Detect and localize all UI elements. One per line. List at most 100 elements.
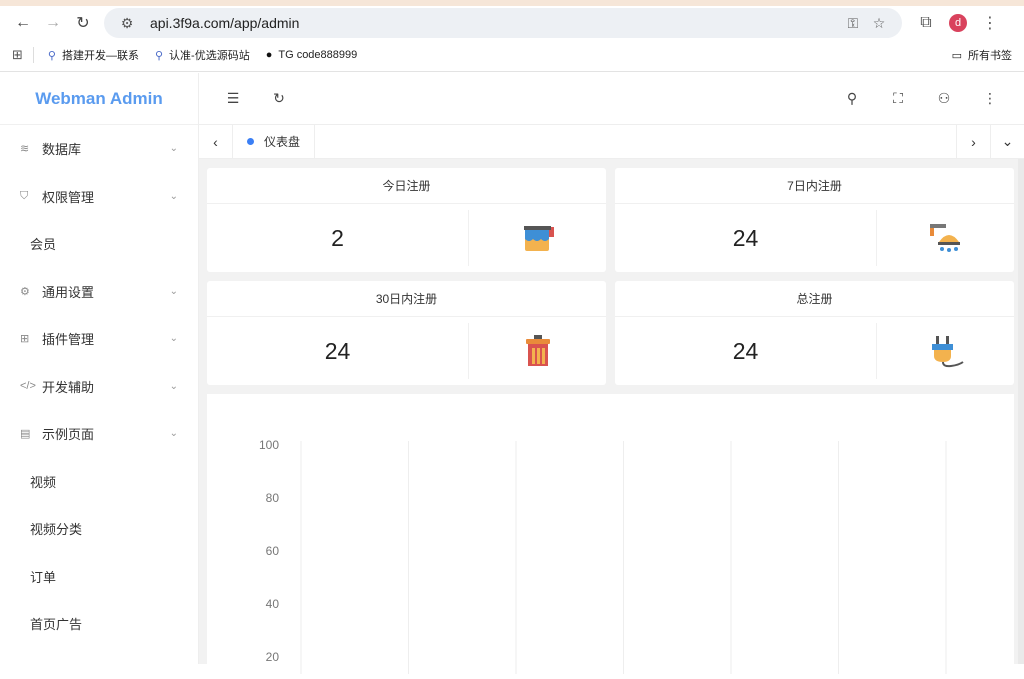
menu-item-home-ads[interactable]: 首页广告: [0, 600, 198, 648]
chevron-down-icon: ⌄: [169, 380, 178, 392]
bookmark-label: TG code888999: [278, 49, 358, 61]
menu-label: 首页广告: [30, 617, 83, 633]
bookmark-item[interactable]: ⚲ 认准-优选源码站: [155, 47, 250, 63]
tabs-dropdown-icon[interactable]: ⌄: [990, 124, 1024, 159]
shield-icon: ⛉: [20, 189, 29, 202]
bookmarks-divider: [32, 47, 34, 63]
y-tick-label: 20: [266, 650, 280, 664]
menu-item-members[interactable]: 会员: [0, 220, 198, 268]
chart-svg: 100 80 60 40 20: [259, 438, 947, 674]
stat-card-total: 总注册 24: [615, 281, 1014, 385]
bookmark-item[interactable]: ⚲ 搭建开发—联系: [48, 47, 139, 63]
menu-label: 开发辅助: [42, 379, 95, 395]
scrollbar[interactable]: [1018, 159, 1024, 664]
user-icon[interactable]: ⚇: [930, 85, 958, 113]
browser-menu-icon[interactable]: ⋮: [974, 13, 1006, 33]
plug-icon: [877, 317, 1014, 385]
menu-item-plugins[interactable]: ⊞ 插件管理 ⌄: [0, 315, 198, 363]
code-icon: </>: [20, 380, 36, 393]
fullscreen-icon[interactable]: ⛶: [884, 85, 912, 113]
menu-item-orders[interactable]: 订单: [0, 553, 198, 601]
plugin-icon: ⊞: [20, 333, 30, 346]
y-tick-label: 80: [266, 491, 280, 505]
tabs-next-icon[interactable]: ›: [956, 124, 990, 159]
y-tick-label: 100: [259, 438, 279, 452]
chevron-down-icon: ⌄: [169, 190, 178, 202]
chevron-down-icon: ⌄: [169, 143, 178, 155]
sidebar: Webman Admin ≋ 数据库 ⌄ ⛉ 权限管理 ⌄ 会员 ⚙ 通用设置 ⌄ ⊞ 插件管…: [0, 73, 199, 664]
menu-item-examples[interactable]: ▤ 示例页面 ⌄: [0, 410, 198, 458]
menu-label: 会员: [30, 237, 57, 253]
nav-row: ← → ↻ ⚙ api.3f9a.com/app/admin ⚿ ☆ ⧉ d ⋮: [0, 6, 1024, 40]
menu-label: 插件管理: [42, 332, 95, 348]
tabs-controls: › ⌄: [956, 124, 1024, 159]
card-title: 30日内注册: [207, 281, 606, 317]
y-tick-label: 40: [266, 597, 280, 611]
header-actions: ⚲ ⛶ ⚇ ⋮: [838, 85, 1004, 113]
admin-app: Webman Admin ≋ 数据库 ⌄ ⛉ 权限管理 ⌄ 会员 ⚙ 通用设置 ⌄ ⊞ 插件管…: [0, 73, 1024, 674]
key-icon[interactable]: ⚿: [840, 15, 866, 32]
y-tick-label: 60: [266, 544, 280, 558]
card-value: 24: [615, 323, 877, 379]
bookmarks-bar: ⊞ ⚲ 搭建开发—联系 ⚲ 认准-优选源码站 ● TG code888999 ▭ 所有书…: [0, 40, 1024, 70]
bookmark-icon: ⚲: [154, 49, 164, 62]
more-icon[interactable]: ⋮: [976, 85, 1004, 113]
menu-label: 视频: [30, 474, 57, 490]
chevron-down-icon: ⌄: [169, 428, 178, 440]
chevron-down-icon: ⌄: [169, 285, 178, 297]
menu-label: 通用设置: [42, 284, 95, 300]
card-value: 2: [207, 210, 469, 266]
refresh-icon[interactable]: ↻: [265, 85, 293, 113]
registration-chart: 100 80 60 40 20: [207, 394, 1014, 674]
tab-dashboard[interactable]: 仪表盘: [233, 124, 316, 159]
star-icon[interactable]: ☆: [866, 15, 892, 32]
collapse-menu-icon[interactable]: ☰: [219, 85, 247, 113]
profile-avatar[interactable]: d: [942, 14, 974, 32]
all-bookmarks[interactable]: ▭ 所有书签: [952, 47, 1012, 63]
card-title: 7日内注册: [615, 168, 1014, 204]
trash-can-icon: [469, 317, 606, 385]
stat-card-7days: 7日内注册 24: [615, 168, 1014, 272]
chevron-down-icon: ⌄: [169, 333, 178, 345]
extensions-icon[interactable]: ⧉: [910, 14, 942, 32]
site-settings-icon[interactable]: ⚙: [114, 15, 140, 32]
tab-label: 仪表盘: [264, 135, 301, 149]
card-value: 24: [615, 210, 877, 266]
search-icon[interactable]: ⚲: [838, 85, 866, 113]
card-title: 今日注册: [207, 168, 606, 204]
top-header: ☰ ↻ ⚲ ⛶ ⚇ ⋮: [199, 73, 1024, 125]
menu-label: 数据库: [42, 142, 82, 158]
active-dot: [247, 138, 254, 145]
menu-item-video[interactable]: 视频: [0, 458, 198, 506]
shower-icon: [877, 204, 1014, 272]
apps-grid-icon[interactable]: ⊞: [12, 47, 23, 63]
paint-bucket-icon: [469, 204, 606, 272]
bookmark-icon: ⚲: [47, 49, 56, 62]
bookmark-label: 搭建开发—联系: [61, 50, 139, 62]
menu-label: 权限管理: [42, 189, 95, 205]
browser-chrome: ← → ↻ ⚙ api.3f9a.com/app/admin ⚿ ☆ ⧉ d ⋮…: [0, 0, 1024, 72]
menu-item-settings[interactable]: ⚙ 通用设置 ⌄: [0, 268, 198, 316]
address-url[interactable]: api.3f9a.com/app/admin: [150, 15, 840, 31]
bookmark-item[interactable]: ● TG code888999: [266, 49, 358, 61]
menu-item-database[interactable]: ≋ 数据库 ⌄: [0, 125, 198, 173]
reload-icon[interactable]: ↻: [68, 9, 98, 37]
stat-card-today: 今日注册 2: [207, 168, 606, 272]
bookmark-label: 认准-优选源码站: [169, 50, 250, 62]
menu-item-dev-tools[interactable]: </> 开发辅助 ⌄: [0, 363, 198, 411]
profile-initial: d: [949, 14, 967, 32]
github-icon: ●: [265, 49, 273, 61]
forward-icon[interactable]: →: [38, 9, 68, 37]
menu-label: 订单: [30, 569, 57, 585]
app-logo[interactable]: Webman Admin: [0, 73, 198, 125]
gear-icon: ⚙: [20, 285, 30, 298]
all-bookmarks-label: 所有书签: [968, 50, 1012, 62]
menu-item-video-category[interactable]: 视频分类: [0, 505, 198, 553]
menu-item-permissions[interactable]: ⛉ 权限管理 ⌄: [0, 173, 198, 221]
address-bar[interactable]: ⚙ api.3f9a.com/app/admin ⚿ ☆: [104, 8, 902, 38]
back-icon[interactable]: ←: [8, 9, 38, 37]
tabs-prev-icon[interactable]: ‹: [199, 124, 233, 159]
card-value: 24: [207, 323, 469, 379]
page-icon: ▤: [20, 428, 31, 441]
main-area: ☰ ↻ ⚲ ⛶ ⚇ ⋮ ‹ 仪表盘 › ⌄ 今日注册 2 7日内注册 24 30…: [199, 73, 1024, 674]
